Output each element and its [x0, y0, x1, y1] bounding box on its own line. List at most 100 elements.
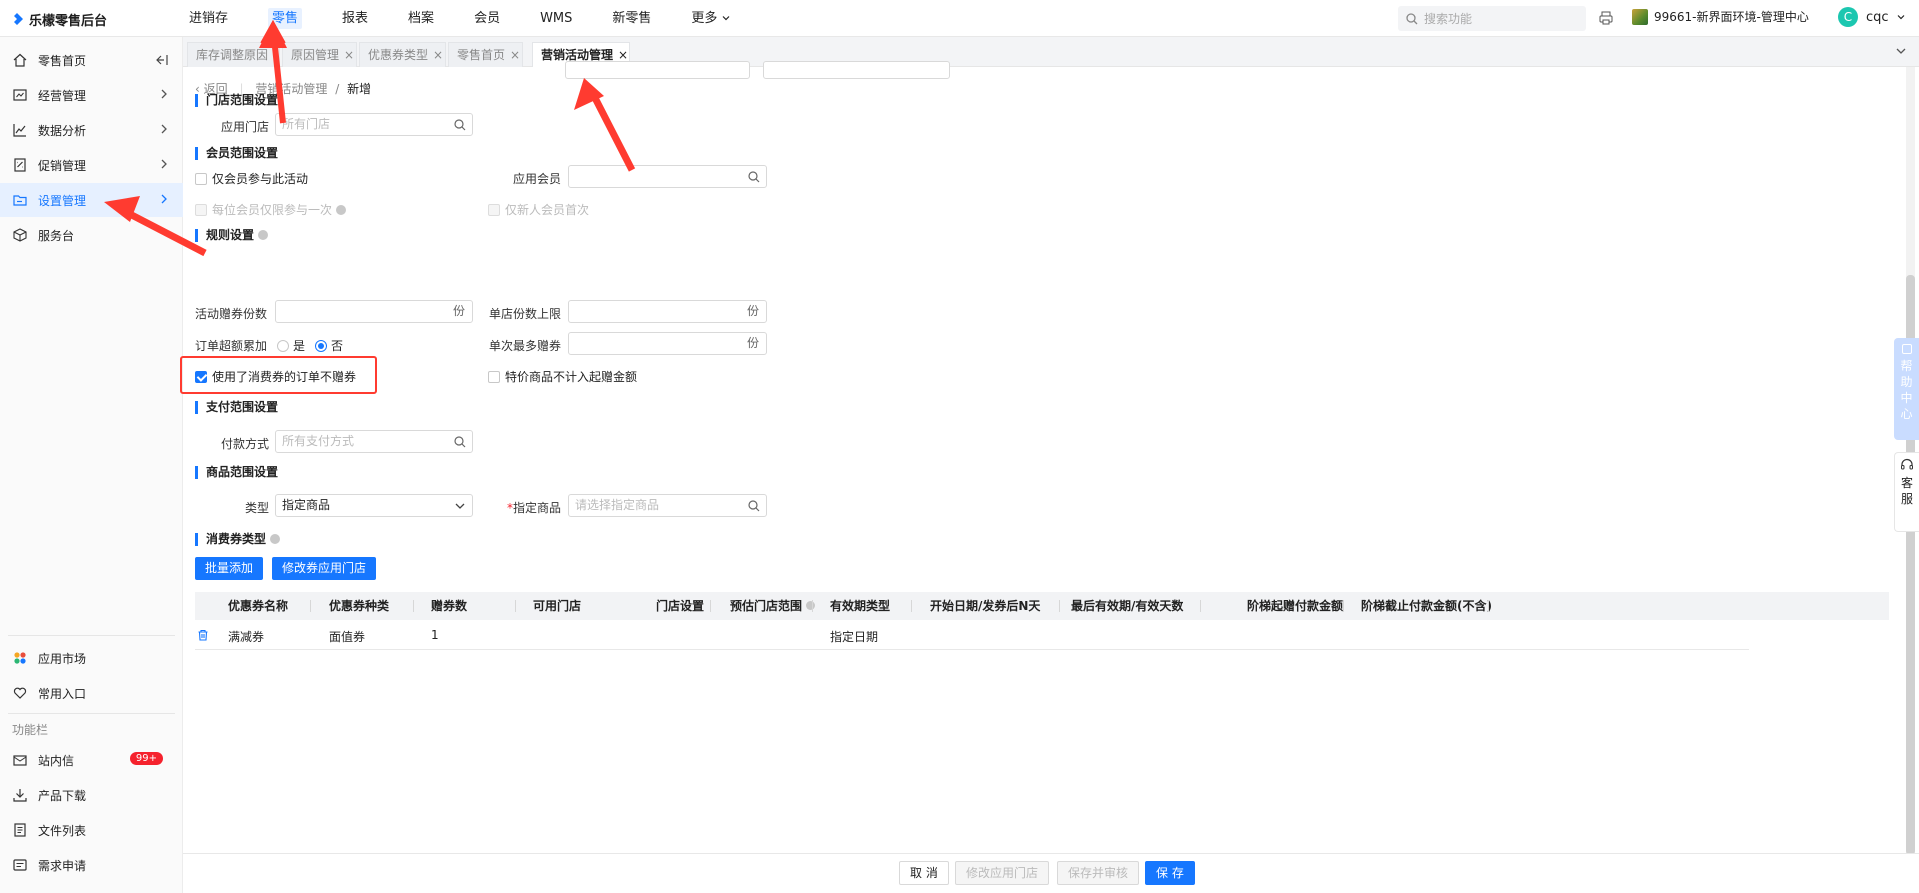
nav-item-more[interactable]: 更多: [677, 0, 743, 37]
tab-reason-management[interactable]: 原因管理 ×: [282, 42, 357, 67]
single-max-input[interactable]: 份: [568, 332, 767, 355]
specify-product-input[interactable]: 请选择指定商品: [568, 494, 767, 517]
store-limit-label: 单店份数上限: [488, 307, 561, 321]
table-cell: 1: [431, 628, 439, 642]
info-icon: [335, 205, 346, 215]
search-icon: [748, 171, 760, 183]
sidebar-item-service-desk[interactable]: 服务台: [0, 218, 183, 252]
nav-item-reports[interactable]: 报表: [328, 0, 382, 37]
folder-icon: [12, 192, 28, 208]
member-label: 应用会员: [512, 172, 561, 186]
sidebar-item-analytics[interactable]: 数据分析: [0, 113, 183, 147]
close-icon[interactable]: ×: [618, 48, 628, 62]
printer-icon[interactable]: [1598, 10, 1614, 26]
section-title-product-scope: 商品范围设置: [195, 466, 278, 479]
close-icon[interactable]: ×: [344, 48, 354, 62]
mail-icon: [12, 752, 28, 768]
store-limit-input[interactable]: 份: [568, 300, 767, 323]
chart-board-icon: [12, 87, 28, 103]
column-header: 预估门店范围: [730, 592, 816, 620]
modify-coupon-store-button[interactable]: 修改券应用门店: [272, 557, 377, 580]
sidebar-item-business[interactable]: 经营管理: [0, 78, 183, 112]
close-icon[interactable]: ×: [433, 48, 443, 62]
tab-retail-home[interactable]: 零售首页 ×: [448, 42, 523, 67]
tab-coupon-type[interactable]: 优惠券类型 ×: [359, 42, 446, 67]
collapse-sidebar-icon[interactable]: [155, 53, 169, 67]
batch-add-button[interactable]: 批量添加: [195, 557, 264, 580]
app-market-icon: [12, 650, 28, 666]
sidebar-item-files[interactable]: 文件列表: [0, 813, 183, 847]
store-switcher[interactable]: 99661-新界面环境-管理中心: [1632, 8, 1809, 25]
column-header: 最后有效期/有效天数: [1071, 599, 1184, 613]
sidebar-divider: [8, 635, 175, 636]
sidebar-divider: [8, 713, 175, 714]
chevron-right-icon: [161, 194, 167, 204]
sidebar-item-settings[interactable]: 设置管理: [0, 183, 183, 217]
section-title-rules: 规则设置: [195, 229, 269, 242]
nav-item-wms[interactable]: WMS: [526, 0, 586, 37]
tab-stock-adjust-reason[interactable]: 库存调整原因: [187, 42, 280, 67]
special-price-excluded-checkbox[interactable]: 特价商品不计入起赠金额: [488, 368, 637, 385]
section-title-member-scope: 会员范围设置: [195, 147, 278, 160]
table-cell: 指定日期: [830, 630, 879, 644]
breadcrumb-current: 新增: [347, 82, 372, 96]
only-member-checkbox[interactable]: 仅会员参与此活动: [195, 170, 308, 187]
chevron-down-icon[interactable]: [1895, 45, 1907, 57]
store-label: 应用门店: [220, 120, 269, 134]
new-member-first-checkbox[interactable]: 仅新人会员首次: [488, 201, 589, 218]
sidebar-item-app-market[interactable]: 应用市场: [0, 641, 183, 675]
sidebar-item-download[interactable]: 产品下载: [0, 778, 183, 812]
store-select-input[interactable]: 所有门店: [275, 113, 473, 136]
hidden-top-input[interactable]: [763, 61, 950, 79]
save-button[interactable]: 保 存: [1145, 861, 1195, 885]
download-icon: [12, 787, 28, 803]
product-type-select[interactable]: 指定商品: [275, 494, 473, 517]
table-row-divider: [195, 649, 1749, 650]
column-header: 有效期类型: [830, 599, 891, 613]
modify-store-button[interactable]: 修改应用门店: [955, 861, 1050, 885]
trash-icon[interactable]: [197, 629, 209, 641]
chevron-down-icon: [722, 16, 730, 21]
coupon-table-header: 优惠券名称 优惠券种类 赠券数 可用门店 门店设置 预估门店范围 有效期类型 开…: [195, 592, 1889, 620]
search-icon: [454, 119, 466, 131]
overflow-no-radio[interactable]: 否: [315, 337, 343, 354]
app-logo[interactable]: 乐檬零售后台: [10, 9, 107, 29]
nav-item-retail[interactable]: 零售: [254, 0, 316, 37]
column-header: 门店设置: [656, 599, 705, 613]
sidebar-item-promotion[interactable]: 促销管理: [0, 148, 183, 182]
function-search-input[interactable]: 搜索功能: [1398, 6, 1586, 31]
sidebar-item-messages[interactable]: 站内信 99+: [0, 743, 183, 777]
sidebar-item-retail-home[interactable]: 零售首页: [0, 43, 183, 77]
cancel-button[interactable]: 取 消: [899, 861, 949, 885]
main-nav: 进销存 零售 报表 档案 会员 WMS 新零售 更多: [175, 0, 756, 37]
table-cell: 满减券: [228, 630, 265, 644]
column-header: 阶梯起赠付款金额: [1247, 599, 1344, 613]
member-select-input[interactable]: [568, 165, 767, 188]
save-and-review-button[interactable]: 保存并审核: [1057, 861, 1140, 885]
hidden-top-input[interactable]: [565, 61, 750, 79]
gift-count-input[interactable]: 份: [275, 300, 473, 323]
help-center-button[interactable]: 帮助中心: [1894, 338, 1919, 440]
nav-item-member[interactable]: 会员: [460, 0, 514, 37]
nav-item-new-retail[interactable]: 新零售: [598, 0, 665, 37]
once-per-member-checkbox[interactable]: 每位会员仅限参与一次: [195, 201, 346, 218]
nav-item-archive[interactable]: 档案: [394, 0, 448, 37]
payment-select-input[interactable]: 所有支付方式: [275, 430, 473, 453]
heart-icon: [12, 685, 28, 701]
promotion-icon: [12, 157, 28, 173]
section-title-store-scope: 门店范围设置: [195, 94, 278, 107]
sidebar-item-common-entry[interactable]: 常用入口: [0, 676, 183, 710]
sidebar-item-request[interactable]: 需求申请: [0, 848, 183, 882]
avatar: C: [1838, 7, 1858, 27]
main-content: ‹ 返回 | 营销活动管理 / 新增 门店范围设置 应用门店 所有门店 会员范围…: [183, 61, 1919, 853]
overflow-label: 订单超额累加: [195, 339, 268, 353]
overflow-yes-radio[interactable]: 是: [277, 337, 305, 354]
chevron-right-icon: [161, 159, 167, 169]
column-header: 赠券数: [431, 599, 468, 613]
cube-icon: [12, 227, 28, 243]
search-icon: [748, 500, 760, 512]
close-icon[interactable]: ×: [510, 48, 520, 62]
user-menu[interactable]: C cqc: [1838, 7, 1905, 27]
form-footer: 取 消 修改应用门店 保存并审核 保 存: [183, 853, 1919, 893]
nav-item-inventory[interactable]: 进销存: [175, 0, 242, 37]
